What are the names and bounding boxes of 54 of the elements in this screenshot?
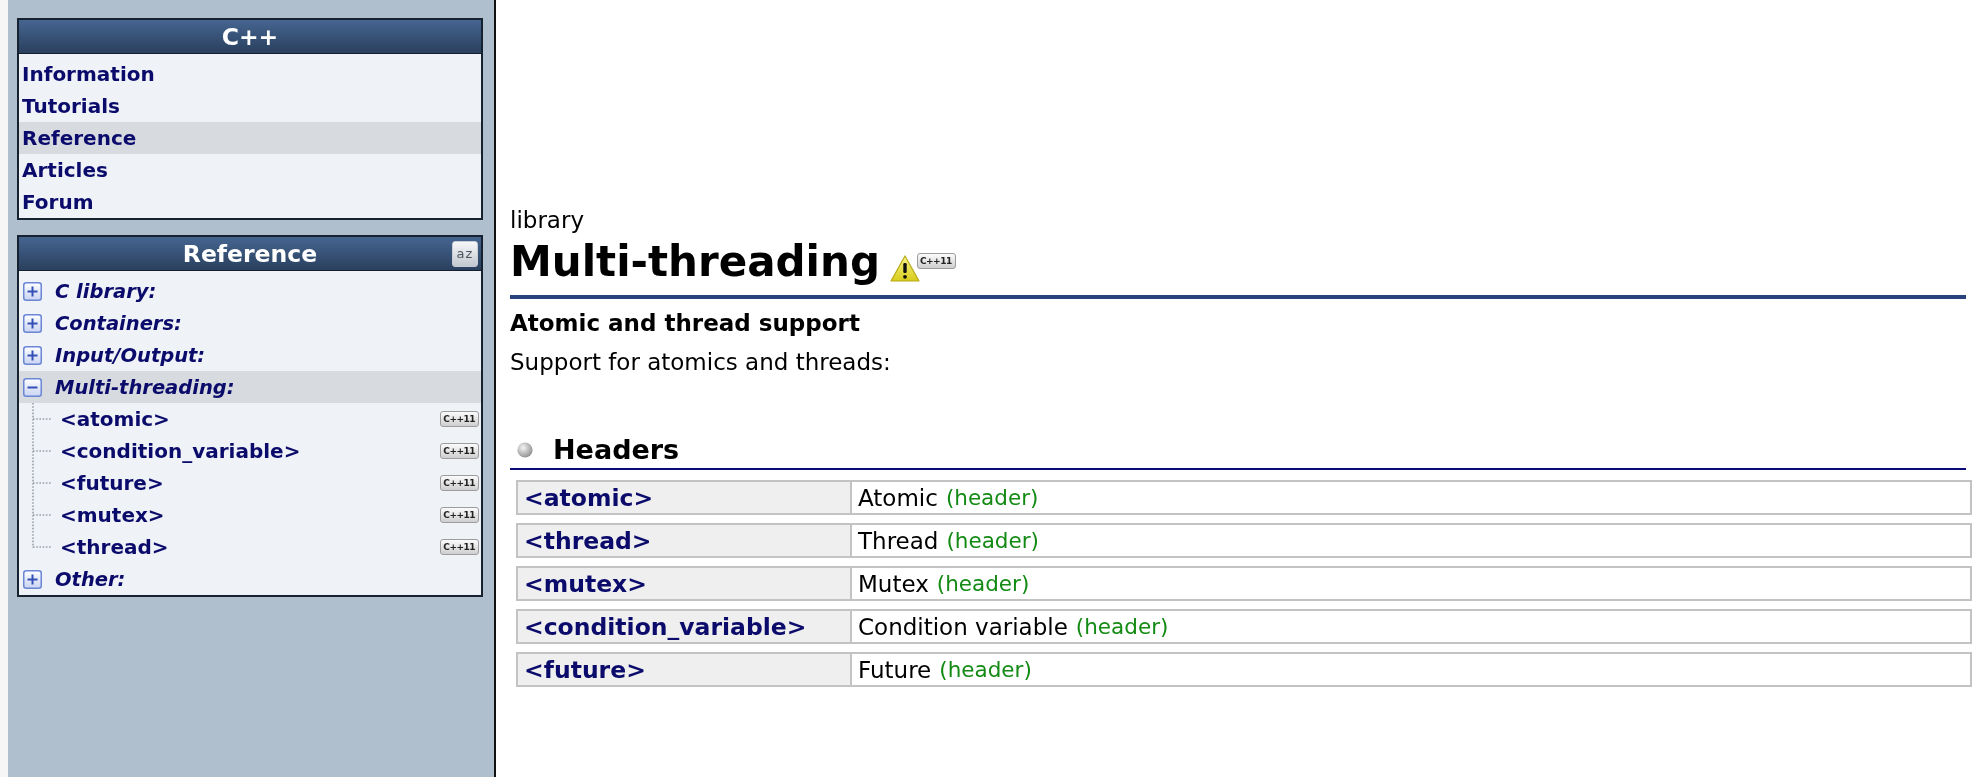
- page-description: Support for atomics and threads:: [510, 348, 892, 376]
- header-link[interactable]: <future>: [524, 654, 646, 685]
- page-title: Multi-threading: [510, 237, 880, 287]
- expand-box-icon[interactable]: [23, 281, 42, 301]
- panel-title: Reference: [182, 239, 318, 268]
- header-link[interactable]: <atomic>: [524, 482, 654, 513]
- menu-item[interactable]: Forum: [19, 186, 481, 218]
- header-link[interactable]: <condition_variable>: [524, 611, 807, 642]
- expand-box-icon[interactable]: [23, 345, 42, 365]
- collapse-box-icon[interactable]: [23, 377, 42, 397]
- tree-item[interactable]: <future>: [60, 471, 164, 495]
- version-badge: C++11: [440, 475, 479, 491]
- tree-item[interactable]: <mutex>: [60, 503, 165, 527]
- header-note: (header): [939, 655, 1032, 684]
- tree-item[interactable]: <condition_variable>: [60, 439, 301, 463]
- section-title: Headers: [553, 433, 680, 467]
- header-description: Mutex: [858, 569, 929, 599]
- sort-button[interactable]: az: [452, 240, 478, 267]
- menu-item[interactable]: Articles: [19, 154, 481, 186]
- header-link[interactable]: <mutex>: [524, 568, 647, 599]
- header-note: (header): [1075, 612, 1169, 641]
- header-description: Condition variable: [858, 612, 1068, 642]
- tree-branch-icon: [32, 467, 51, 499]
- tree-item[interactable]: Multi-threading:: [19, 371, 481, 403]
- header-description: Thread: [858, 526, 939, 556]
- version-badge: C++11: [440, 411, 479, 427]
- version-badge: C++11: [916, 253, 956, 269]
- tree-item[interactable]: <thread>: [60, 535, 169, 559]
- warning-icon: [889, 254, 920, 282]
- tree-item[interactable]: Other:: [19, 563, 481, 595]
- expand-box-icon[interactable]: [23, 313, 42, 333]
- menu-item[interactable]: Information: [19, 58, 481, 90]
- menu-item[interactable]: Tutorials: [19, 90, 481, 122]
- header-note: (header): [936, 569, 1030, 598]
- version-badge: C++11: [440, 539, 479, 555]
- header-link[interactable]: <thread>: [524, 525, 652, 556]
- header-note: (header): [945, 483, 1039, 512]
- tree-branch-icon: [32, 435, 51, 467]
- header-description: Atomic: [858, 483, 938, 513]
- tree-item[interactable]: C library:: [19, 275, 481, 307]
- page-category: library: [510, 207, 585, 234]
- version-badge: C++11: [440, 443, 479, 459]
- tree-branch-icon: [32, 403, 51, 435]
- header-note: (header): [946, 526, 1039, 555]
- tree-item[interactable]: Input/Output:: [19, 339, 481, 371]
- bullet-icon: [517, 442, 533, 458]
- page-subtitle: Atomic and thread support: [510, 309, 861, 337]
- menu-item[interactable]: Reference: [19, 122, 481, 154]
- tree-item[interactable]: <atomic>: [60, 407, 170, 431]
- tree-item[interactable]: Containers:: [19, 307, 481, 339]
- expand-box-icon[interactable]: [23, 569, 42, 589]
- panel-title: C++: [221, 22, 279, 51]
- header-description: Future: [858, 655, 932, 685]
- version-badge: C++11: [440, 507, 479, 523]
